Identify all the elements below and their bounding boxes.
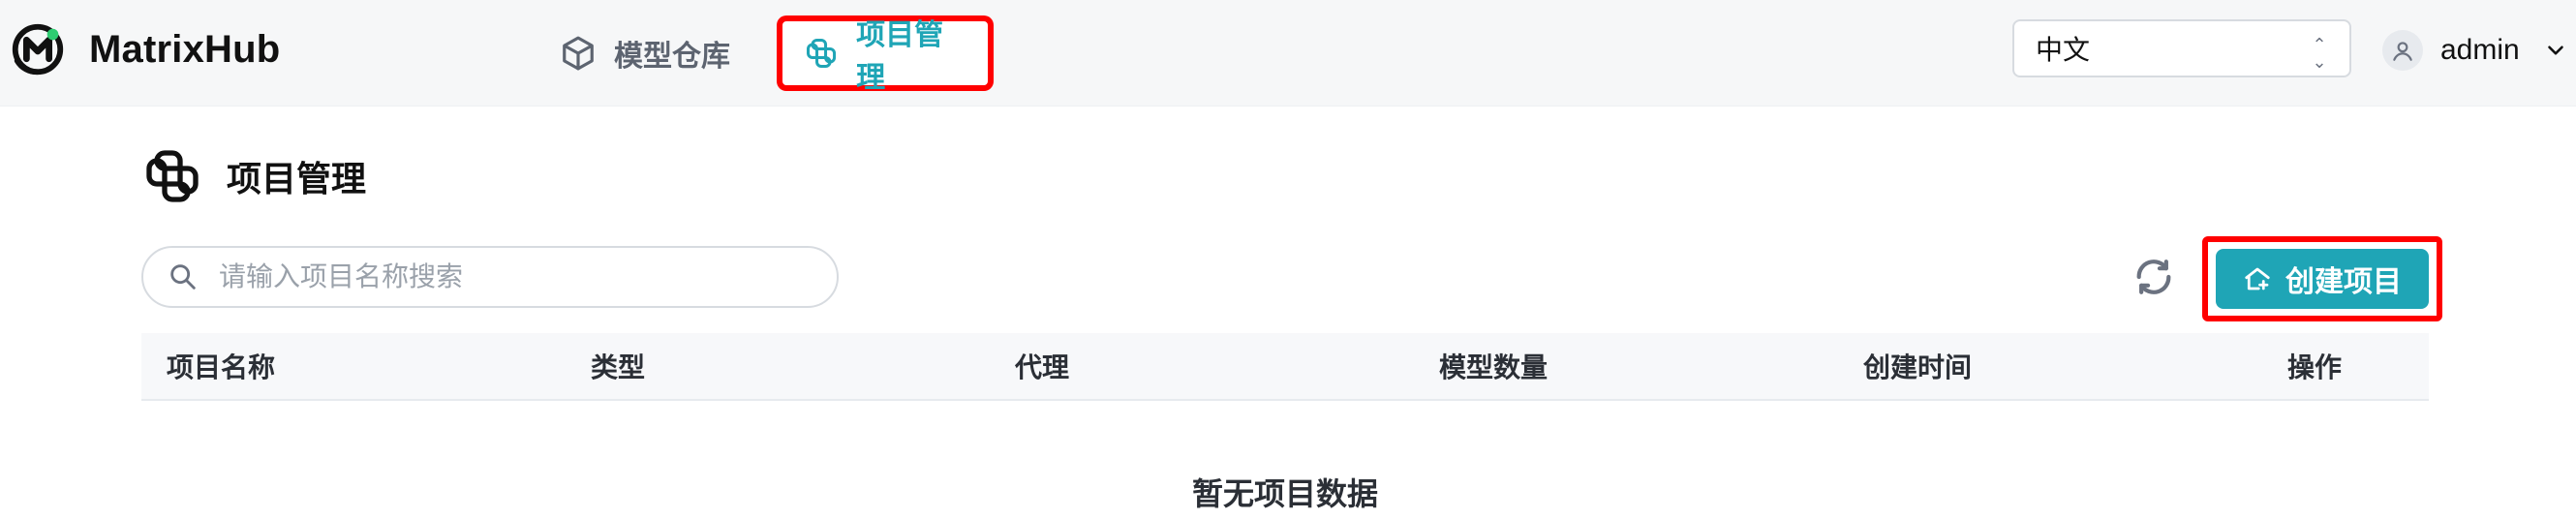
table-column-header[interactable]: 类型 <box>566 347 990 385</box>
user-icon <box>2393 42 2412 61</box>
table-column-header[interactable]: 模型数量 <box>1414 347 1838 385</box>
chevron-down-icon <box>2547 46 2563 55</box>
table-column-header[interactable]: 创建时间 <box>1838 347 2262 385</box>
language-selected: 中文 <box>2036 35 2091 65</box>
select-chevron-icon: ⌃ ⌄ <box>2311 35 2328 71</box>
chevron-up-icon: ⌃ <box>2312 35 2327 54</box>
user-name: admin <box>2440 34 2520 66</box>
refresh-button[interactable] <box>2131 254 2177 300</box>
create-project-label: 创建项目 <box>2285 266 2402 298</box>
create-project-highlight: 创建项目 <box>2202 236 2442 321</box>
table-column-header[interactable]: 代理 <box>990 347 1414 385</box>
nav-item-model-repository[interactable]: 模型仓库 <box>560 15 730 91</box>
page-title-text: 项目管理 <box>227 159 367 198</box>
home-plus-icon <box>2245 267 2270 290</box>
search-input[interactable] <box>217 260 813 293</box>
top-bar: MatrixHub 模型仓库 项目管理 中文 ⌃ ⌄ admin <box>0 0 2576 107</box>
project-icon <box>146 150 199 202</box>
brand[interactable]: MatrixHub <box>8 15 280 83</box>
language-select[interactable]: 中文 ⌃ ⌄ <box>2012 19 2351 77</box>
top-nav: 模型仓库 项目管理 <box>560 15 994 94</box>
nav-item-label: 项目管理 <box>856 19 944 94</box>
table-column-header[interactable]: 项目名称 <box>141 347 566 385</box>
table-header: 项目名称 类型 代理 模型数量 创建时间 操作 <box>141 333 2429 401</box>
nav-item-label: 模型仓库 <box>614 41 730 73</box>
user-menu[interactable]: admin <box>2382 23 2568 77</box>
refresh-icon <box>2136 260 2171 294</box>
chevron-down-icon: ⌄ <box>2312 52 2327 72</box>
projects-table: 项目名称 类型 代理 模型数量 创建时间 操作 <box>141 333 2429 401</box>
brand-name: MatrixHub <box>89 27 281 71</box>
page-title: 项目管理 <box>141 145 366 207</box>
search-box[interactable] <box>141 246 839 308</box>
matrixhub-logo-icon <box>12 23 64 76</box>
table-column-header: 操作 <box>2287 352 2343 382</box>
create-project-button[interactable]: 创建项目 <box>2216 249 2429 309</box>
cube-icon <box>563 36 594 71</box>
table-empty-state: 暂无项目数据 <box>1191 476 1378 511</box>
search-icon <box>170 264 196 290</box>
nav-item-project-management[interactable]: 项目管理 <box>777 15 994 94</box>
project-icon <box>807 38 837 69</box>
user-avatar <box>2382 30 2423 71</box>
